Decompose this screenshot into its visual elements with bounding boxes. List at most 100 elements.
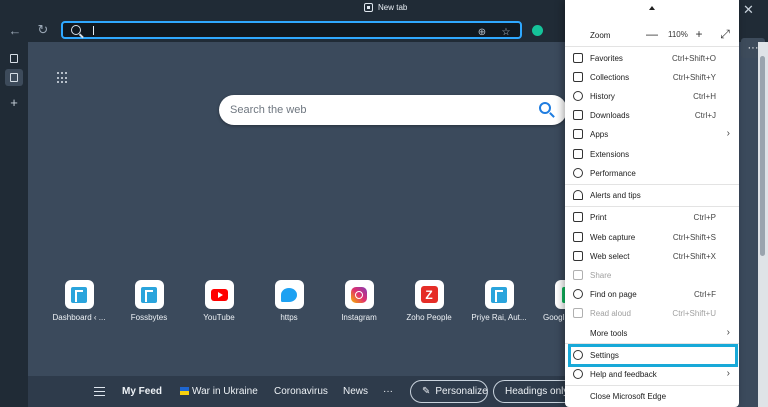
window-close-icon[interactable]: ✕ xyxy=(743,2,754,18)
quick-link[interactable]: Instagram xyxy=(326,280,392,322)
menu-caret-icon xyxy=(649,6,655,10)
fossbytes-icon xyxy=(141,286,157,303)
favorites-icon xyxy=(573,53,583,63)
grammarly-extension-icon[interactable] xyxy=(532,25,543,36)
page-scrollbar[interactable] xyxy=(758,42,768,407)
back-icon[interactable]: ← xyxy=(4,20,26,40)
menu-item-more-tools[interactable]: More tools › xyxy=(565,324,739,343)
quick-link[interactable]: YouTube xyxy=(186,280,252,322)
history-icon xyxy=(573,91,583,101)
quick-link[interactable]: Dashboard ‹ ... xyxy=(46,280,112,322)
bell-icon xyxy=(573,190,583,200)
chevron-right-icon: › xyxy=(726,327,730,338)
menu-item-extensions[interactable]: Extensions xyxy=(565,145,739,164)
menu-item-collections[interactable]: Collections Ctrl+Shift+Y xyxy=(565,68,739,87)
address-bar[interactable]: ⊕ ☆ xyxy=(61,21,522,39)
tab-actions-icon[interactable] xyxy=(5,50,23,67)
performance-icon xyxy=(573,168,583,178)
quick-link-label: Googl xyxy=(543,313,565,322)
feed-tab-my-feed[interactable]: My Feed xyxy=(122,386,162,397)
quick-link[interactable]: Googl xyxy=(535,280,584,322)
feed-bar: My Feed War in Ukraine Coronavirus News … xyxy=(28,376,568,407)
fossbytes-icon xyxy=(491,286,507,303)
menu-item-find-on-page[interactable]: Find on page Ctrl+F xyxy=(565,285,739,304)
scrollbar-thumb[interactable] xyxy=(760,56,765,256)
zoom-in-button[interactable]: + xyxy=(692,27,706,41)
zoom-label: Zoom xyxy=(590,31,611,40)
menu-item-print[interactable]: Print Ctrl+P xyxy=(565,208,739,227)
search-placeholder: Search the web xyxy=(230,104,307,116)
apps-icon xyxy=(573,129,583,139)
fossbytes-icon xyxy=(71,286,87,303)
vertical-tab-new-tab[interactable] xyxy=(5,69,23,86)
chevron-right-icon: › xyxy=(726,128,730,139)
share-icon xyxy=(573,270,583,280)
printer-icon xyxy=(573,212,583,222)
zoho-icon: Z xyxy=(420,286,438,303)
fullscreen-icon[interactable]: ⤢ xyxy=(718,27,732,42)
text-caret xyxy=(93,26,94,35)
menu-item-alerts-and-tips[interactable]: Alerts and tips xyxy=(565,186,739,205)
quick-link[interactable]: https xyxy=(256,280,322,322)
menu-divider xyxy=(565,206,739,207)
personalize-button[interactable]: ✎ Personalize xyxy=(410,380,488,403)
add-favorite-icon[interactable]: ☆ xyxy=(500,26,512,38)
web-select-icon xyxy=(573,251,583,261)
help-icon xyxy=(573,369,583,379)
quick-link-label: YouTube xyxy=(203,313,235,322)
quick-link-label: Fossbytes xyxy=(130,313,168,322)
search-icon xyxy=(71,25,81,35)
quick-link[interactable]: Fossbytes xyxy=(116,280,182,322)
menu-item-favorites[interactable]: Favorites Ctrl+Shift+O xyxy=(565,49,739,68)
feed-more-icon[interactable]: ··· xyxy=(383,386,393,397)
feed-tab-coronavirus[interactable]: Coronavirus xyxy=(274,386,328,397)
quick-link[interactable]: Z Zoho People xyxy=(396,280,462,322)
quick-link-label: Dashboard ‹ ... xyxy=(52,313,106,322)
search-icon[interactable] xyxy=(539,102,551,114)
settings-highlight xyxy=(568,344,738,367)
menu-item-web-capture[interactable]: Web capture Ctrl+Shift+S xyxy=(565,228,739,247)
tab-new-tab[interactable]: New tab xyxy=(364,3,407,12)
headings-only-button[interactable]: Headings only xyxy=(493,380,568,403)
menu-divider xyxy=(565,46,739,47)
menu-item-read-aloud: Read aloud Ctrl+Shift+U xyxy=(565,304,739,323)
find-icon xyxy=(573,289,583,299)
quick-link-label: Priye Rai, Aut... xyxy=(471,313,527,322)
menu-divider xyxy=(565,385,739,386)
menu-item-apps[interactable]: Apps › xyxy=(565,125,739,144)
quick-link-label: Instagram xyxy=(341,313,377,322)
apps-launcher-icon[interactable] xyxy=(57,72,69,84)
zoom-out-button[interactable]: — xyxy=(645,27,659,41)
quick-link[interactable]: Priye Rai, Aut... xyxy=(466,280,532,322)
pencil-icon: ✎ xyxy=(422,386,431,397)
zoom-value: 110% xyxy=(668,30,688,39)
menu-item-share: Share xyxy=(565,266,739,285)
tab-title-label: New tab xyxy=(378,3,408,12)
refresh-icon[interactable]: ↻ xyxy=(32,20,54,40)
download-icon xyxy=(573,110,583,120)
zoom-indicator-icon[interactable]: ⊕ xyxy=(476,26,488,38)
chevron-right-icon: › xyxy=(726,368,730,379)
twitter-icon xyxy=(281,287,297,302)
settings-and-more-menu: Zoom — 110% + ⤢ Favorites Ctrl+Shift+O Co… xyxy=(565,0,739,407)
ukraine-flag-icon xyxy=(180,387,189,395)
menu-item-performance[interactable]: Performance xyxy=(565,164,739,183)
menu-item-web-select[interactable]: Web select Ctrl+Shift+X xyxy=(565,247,739,266)
menu-item-downloads[interactable]: Downloads Ctrl+J xyxy=(565,106,739,125)
youtube-icon xyxy=(210,288,228,301)
instagram-icon xyxy=(351,286,367,303)
menu-divider xyxy=(565,184,739,185)
menu-item-help-and-feedback[interactable]: Help and feedback › xyxy=(565,365,739,384)
web-search-box[interactable]: Search the web xyxy=(219,95,567,125)
web-capture-icon xyxy=(573,232,583,242)
feed-tab-news[interactable]: News xyxy=(343,386,368,397)
quick-link-label: https xyxy=(280,313,298,322)
feed-tab-war-in-ukraine[interactable]: War in Ukraine xyxy=(180,386,258,397)
menu-item-close-microsoft-edge[interactable]: Close Microsoft Edge xyxy=(565,387,739,406)
menu-item-history[interactable]: History Ctrl+H xyxy=(565,87,739,106)
feed-menu-icon[interactable] xyxy=(94,387,105,396)
quick-link-label: Zoho People xyxy=(406,313,452,322)
read-aloud-icon xyxy=(573,308,583,318)
extensions-icon xyxy=(573,149,583,159)
new-tab-plus-icon[interactable]: + xyxy=(5,94,23,111)
